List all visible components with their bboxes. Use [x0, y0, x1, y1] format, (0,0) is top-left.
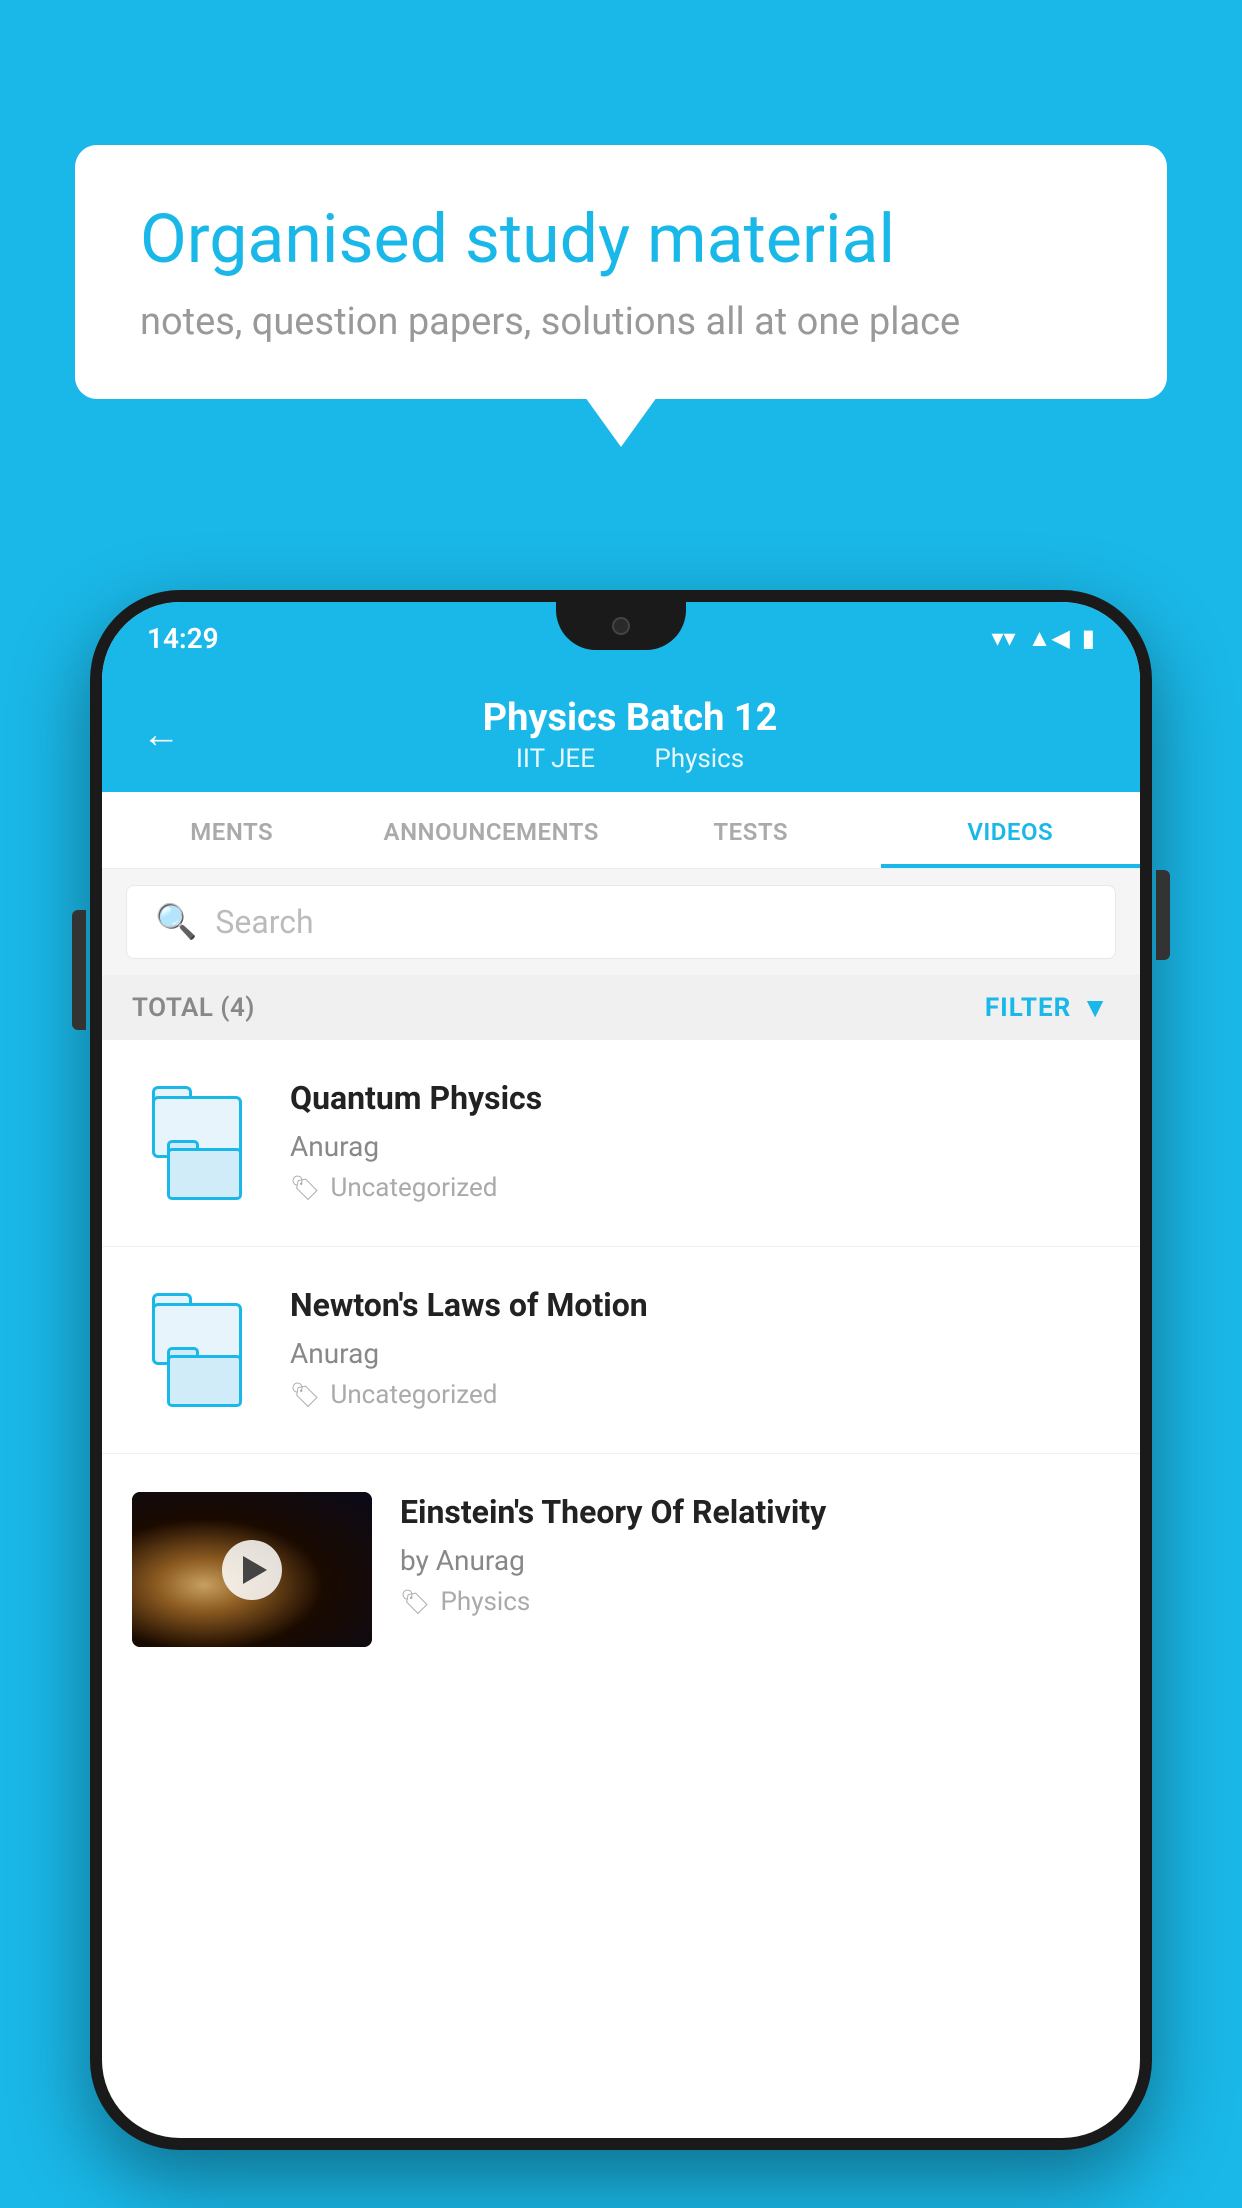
video-title-quantum: Quantum Physics — [290, 1078, 1110, 1120]
phone-outer: 14:29 ▾▾ ▲◀ ▮ ← Physics Batch 12 IIT JEE… — [90, 590, 1152, 2150]
speech-bubble: Organised study material notes, question… — [75, 145, 1167, 399]
subtitle-sep — [621, 744, 634, 774]
video-item-newton[interactable]: Newton's Laws of Motion Anurag 🏷 Uncateg… — [102, 1247, 1140, 1454]
phone-mockup: 14:29 ▾▾ ▲◀ ▮ ← Physics Batch 12 IIT JEE… — [90, 590, 1152, 2150]
search-bar[interactable]: 🔍 Search — [126, 885, 1116, 959]
wifi-icon: ▾▾ — [991, 624, 1015, 652]
tag-icon: 🏷 — [290, 1174, 320, 1202]
search-input[interactable]: Search — [215, 903, 313, 941]
folder-thumb-quantum — [132, 1078, 262, 1208]
folder-icon-back-newton — [167, 1347, 242, 1407]
video-item-einstein[interactable]: Einstein's Theory Of Relativity by Anura… — [102, 1454, 1140, 1685]
app-header: ← Physics Batch 12 IIT JEE Physics — [102, 674, 1140, 792]
tab-tests[interactable]: TESTS — [621, 792, 881, 868]
video-author-quantum: Anurag — [290, 1130, 1110, 1163]
video-author-einstein: by Anurag — [400, 1544, 1110, 1577]
tab-videos[interactable]: VIDEOS — [881, 792, 1141, 868]
status-bar: 14:29 ▾▾ ▲◀ ▮ — [102, 602, 1140, 674]
video-info-newton: Newton's Laws of Motion Anurag 🏷 Uncateg… — [290, 1285, 1110, 1410]
video-list: Quantum Physics Anurag 🏷 Uncategorized — [102, 1040, 1140, 1685]
video-title-einstein: Einstein's Theory Of Relativity — [400, 1492, 1110, 1534]
video-tag-newton: 🏷 Uncategorized — [290, 1380, 1110, 1410]
video-title-newton: Newton's Laws of Motion — [290, 1285, 1110, 1327]
tab-announcements[interactable]: ANNOUNCEMENTS — [362, 792, 622, 868]
notch — [556, 602, 686, 650]
total-count: TOTAL (4) — [132, 993, 255, 1023]
status-icons: ▾▾ ▲◀ ▮ — [991, 624, 1095, 653]
search-wrapper: 🔍 Search — [102, 869, 1140, 975]
video-info-einstein: Einstein's Theory Of Relativity by Anura… — [400, 1492, 1110, 1617]
folder-thumb-newton — [132, 1285, 262, 1415]
folder-icon-back — [167, 1140, 242, 1200]
video-tag-einstein: 🏷 Physics — [400, 1587, 1110, 1617]
tag-icon-newton: 🏷 — [290, 1381, 320, 1409]
video-author-newton: Anurag — [290, 1337, 1110, 1370]
batch-title: Physics Batch 12 — [210, 696, 1050, 740]
camera — [612, 617, 630, 635]
battery-icon: ▮ — [1082, 624, 1095, 652]
video-thumbnail-einstein — [132, 1492, 372, 1647]
subtitle-iitjee: IIT JEE — [516, 744, 595, 774]
filter-button[interactable]: FILTER ▼ — [985, 991, 1110, 1024]
filter-funnel-icon: ▼ — [1081, 991, 1110, 1024]
play-button-einstein[interactable] — [222, 1540, 282, 1600]
signal-icon: ▲◀ — [1028, 624, 1070, 653]
subtitle-physics: Physics — [654, 744, 744, 774]
video-item-quantum[interactable]: Quantum Physics Anurag 🏷 Uncategorized — [102, 1040, 1140, 1247]
batch-subtitle: IIT JEE Physics — [210, 744, 1050, 774]
header-title-group: Physics Batch 12 IIT JEE Physics — [210, 696, 1050, 774]
bubble-subtitle: notes, question papers, solutions all at… — [140, 300, 1102, 344]
filter-bar: TOTAL (4) FILTER ▼ — [102, 975, 1140, 1040]
status-time: 14:29 — [147, 622, 219, 655]
back-button[interactable]: ← — [142, 713, 180, 757]
speech-bubble-section: Organised study material notes, question… — [75, 145, 1167, 399]
video-info-quantum: Quantum Physics Anurag 🏷 Uncategorized — [290, 1078, 1110, 1203]
video-tag-quantum: 🏷 Uncategorized — [290, 1173, 1110, 1203]
bubble-title: Organised study material — [140, 200, 1102, 278]
tag-icon-einstein: 🏷 — [400, 1588, 430, 1616]
play-triangle-icon — [243, 1556, 267, 1584]
search-icon: 🔍 — [155, 902, 197, 942]
phone-screen: 14:29 ▾▾ ▲◀ ▮ ← Physics Batch 12 IIT JEE… — [102, 602, 1140, 2138]
tab-bar: MENTS ANNOUNCEMENTS TESTS VIDEOS — [102, 792, 1140, 869]
tab-ments[interactable]: MENTS — [102, 792, 362, 868]
